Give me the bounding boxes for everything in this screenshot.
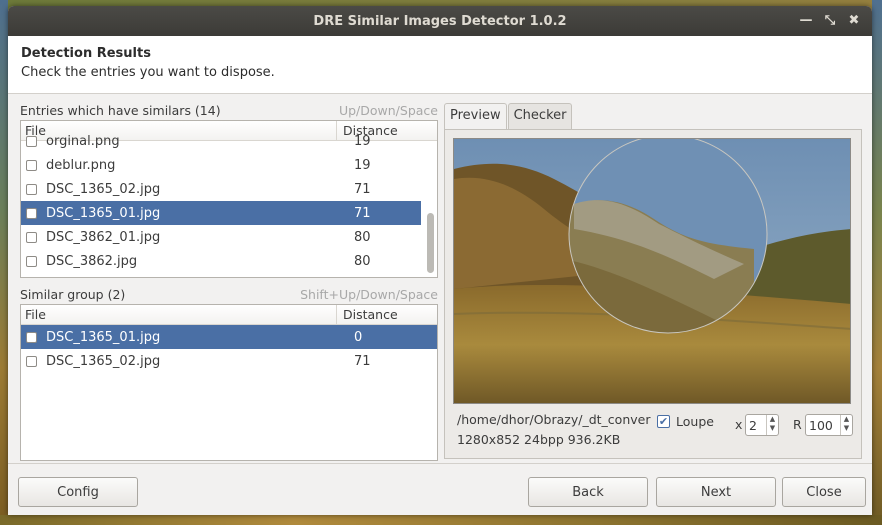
row-checkbox[interactable] xyxy=(26,331,37,343)
row-checkbox[interactable] xyxy=(26,231,37,243)
row-checkbox[interactable] xyxy=(26,183,37,195)
window-title: DRE Similar Images Detector 1.0.2 xyxy=(313,13,567,29)
back-button[interactable]: Back xyxy=(528,477,648,507)
row-distance: 80 xyxy=(354,229,371,245)
row-checkbox[interactable] xyxy=(26,207,37,219)
row-distance: 71 xyxy=(354,181,371,197)
row-distance: 19 xyxy=(354,133,371,149)
row-file: deblur.png xyxy=(46,157,116,173)
table-row[interactable]: DSC_1365_02.jpg 71 xyxy=(21,177,437,201)
row-distance: 80 xyxy=(354,253,371,269)
radius-label: R xyxy=(793,417,802,432)
table-row[interactable]: DSC_3862_01.jpg 80 xyxy=(21,225,437,249)
image-path: /home/dhor/Obrazy/_dt_conver xyxy=(457,412,651,427)
entries-rows: orginal.png 19 deblur.png 19 DSC_1365_02… xyxy=(21,129,437,273)
loupe-checkbox[interactable]: ✔ xyxy=(657,415,670,428)
entries-label: Entries which have similars (14) xyxy=(20,103,221,118)
window-controls: — ⤡ ✖ xyxy=(798,13,862,29)
radius-stepper[interactable]: 100 ▲ ▼ xyxy=(805,414,853,436)
preview-image[interactable] xyxy=(453,138,851,404)
group-list-header: File Distance xyxy=(21,305,437,325)
row-file: DSC_1365_01.jpg xyxy=(46,329,161,345)
title-bar: DRE Similar Images Detector 1.0.2 — ⤡ ✖ xyxy=(8,6,872,36)
row-file: DSC_1365_02.jpg xyxy=(46,181,161,197)
loupe-label: Loupe xyxy=(676,414,714,429)
table-row[interactable]: deblur.png 19 xyxy=(21,153,437,177)
next-button[interactable]: Next xyxy=(656,477,776,507)
column-header-file[interactable]: File xyxy=(21,305,337,324)
close-window-icon[interactable]: ✖ xyxy=(846,13,862,29)
row-file: orginal.png xyxy=(46,133,120,149)
row-checkbox[interactable] xyxy=(26,135,37,147)
landscape-photo xyxy=(454,139,850,403)
page-header: Detection Results Check the entries you … xyxy=(8,36,872,94)
preview-panel: /home/dhor/Obrazy/_dt_conver 1280x852 24… xyxy=(444,129,862,459)
row-file: DSC_3862.jpg xyxy=(46,253,138,269)
row-distance: 0 xyxy=(354,329,363,345)
radius-arrows-icon[interactable]: ▲ ▼ xyxy=(840,415,852,435)
desktop-wallpaper-right xyxy=(872,0,882,525)
loupe-toggle[interactable]: ✔ Loupe xyxy=(657,414,714,429)
zoom-stepper[interactable]: 2 ▲ ▼ xyxy=(745,414,779,436)
row-distance: 71 xyxy=(354,353,371,369)
row-distance: 71 xyxy=(354,205,371,221)
close-button[interactable]: Close xyxy=(782,477,866,507)
entries-section-header: Entries which have similars (14) Up/Down… xyxy=(20,103,438,120)
app-window: DRE Similar Images Detector 1.0.2 — ⤡ ✖ … xyxy=(8,6,872,515)
tab-preview[interactable]: Preview xyxy=(444,103,507,129)
desktop-wallpaper-left xyxy=(0,0,8,525)
entries-hint: Up/Down/Space xyxy=(338,103,438,118)
entries-scroll-thumb[interactable] xyxy=(427,213,434,273)
tab-bar: Preview Checker xyxy=(444,103,862,129)
table-row-selected[interactable]: DSC_1365_01.jpg 0 xyxy=(21,325,437,349)
table-row-selected[interactable]: DSC_1365_01.jpg 71 xyxy=(21,201,421,225)
table-row[interactable]: DSC_3862.jpg 80 xyxy=(21,249,437,273)
config-button[interactable]: Config xyxy=(18,477,138,507)
row-distance: 19 xyxy=(354,157,371,173)
entries-scrollbar[interactable] xyxy=(427,143,435,275)
zoom-label: x xyxy=(735,417,743,432)
row-checkbox[interactable] xyxy=(26,255,37,267)
minimize-icon[interactable]: — xyxy=(798,13,814,29)
image-meta: 1280x852 24bpp 936.2KB xyxy=(457,432,621,447)
column-header-distance[interactable]: Distance xyxy=(337,305,398,324)
preview-info: /home/dhor/Obrazy/_dt_conver 1280x852 24… xyxy=(453,408,853,448)
tab-checker[interactable]: Checker xyxy=(507,103,573,129)
page-subtitle: Check the entries you want to dispose. xyxy=(21,65,275,80)
zoom-arrows-icon[interactable]: ▲ ▼ xyxy=(766,415,778,435)
group-section-header: Similar group (2) Shift+Up/Down/Space xyxy=(20,287,438,304)
row-checkbox[interactable] xyxy=(26,355,37,367)
preview-column: Preview Checker /home/dhor/Obrazy/_dt_co… xyxy=(444,103,862,459)
table-row[interactable]: DSC_1365_02.jpg 71 xyxy=(21,349,437,373)
group-hint: Shift+Up/Down/Space xyxy=(300,287,438,302)
page-title: Detection Results xyxy=(21,46,151,61)
radius-value[interactable]: 100 xyxy=(806,418,840,433)
entries-list[interactable]: File Distance orginal.png 19 deblur.png … xyxy=(20,120,438,278)
row-file: DSC_1365_02.jpg xyxy=(46,353,161,369)
group-label: Similar group (2) xyxy=(20,287,126,302)
zoom-value[interactable]: 2 xyxy=(746,418,766,433)
row-checkbox[interactable] xyxy=(26,159,37,171)
maximize-icon[interactable]: ⤡ xyxy=(822,13,838,29)
group-list[interactable]: File Distance DSC_1365_01.jpg 0 DSC_1365… xyxy=(20,304,438,461)
row-file: DSC_3862_01.jpg xyxy=(46,229,161,245)
results-column: Entries which have similars (14) Up/Down… xyxy=(20,103,438,461)
desktop-wallpaper-bottom xyxy=(0,515,882,525)
button-bar: Config Back Next Close xyxy=(8,463,872,515)
row-file: DSC_1365_01.jpg xyxy=(46,205,161,221)
